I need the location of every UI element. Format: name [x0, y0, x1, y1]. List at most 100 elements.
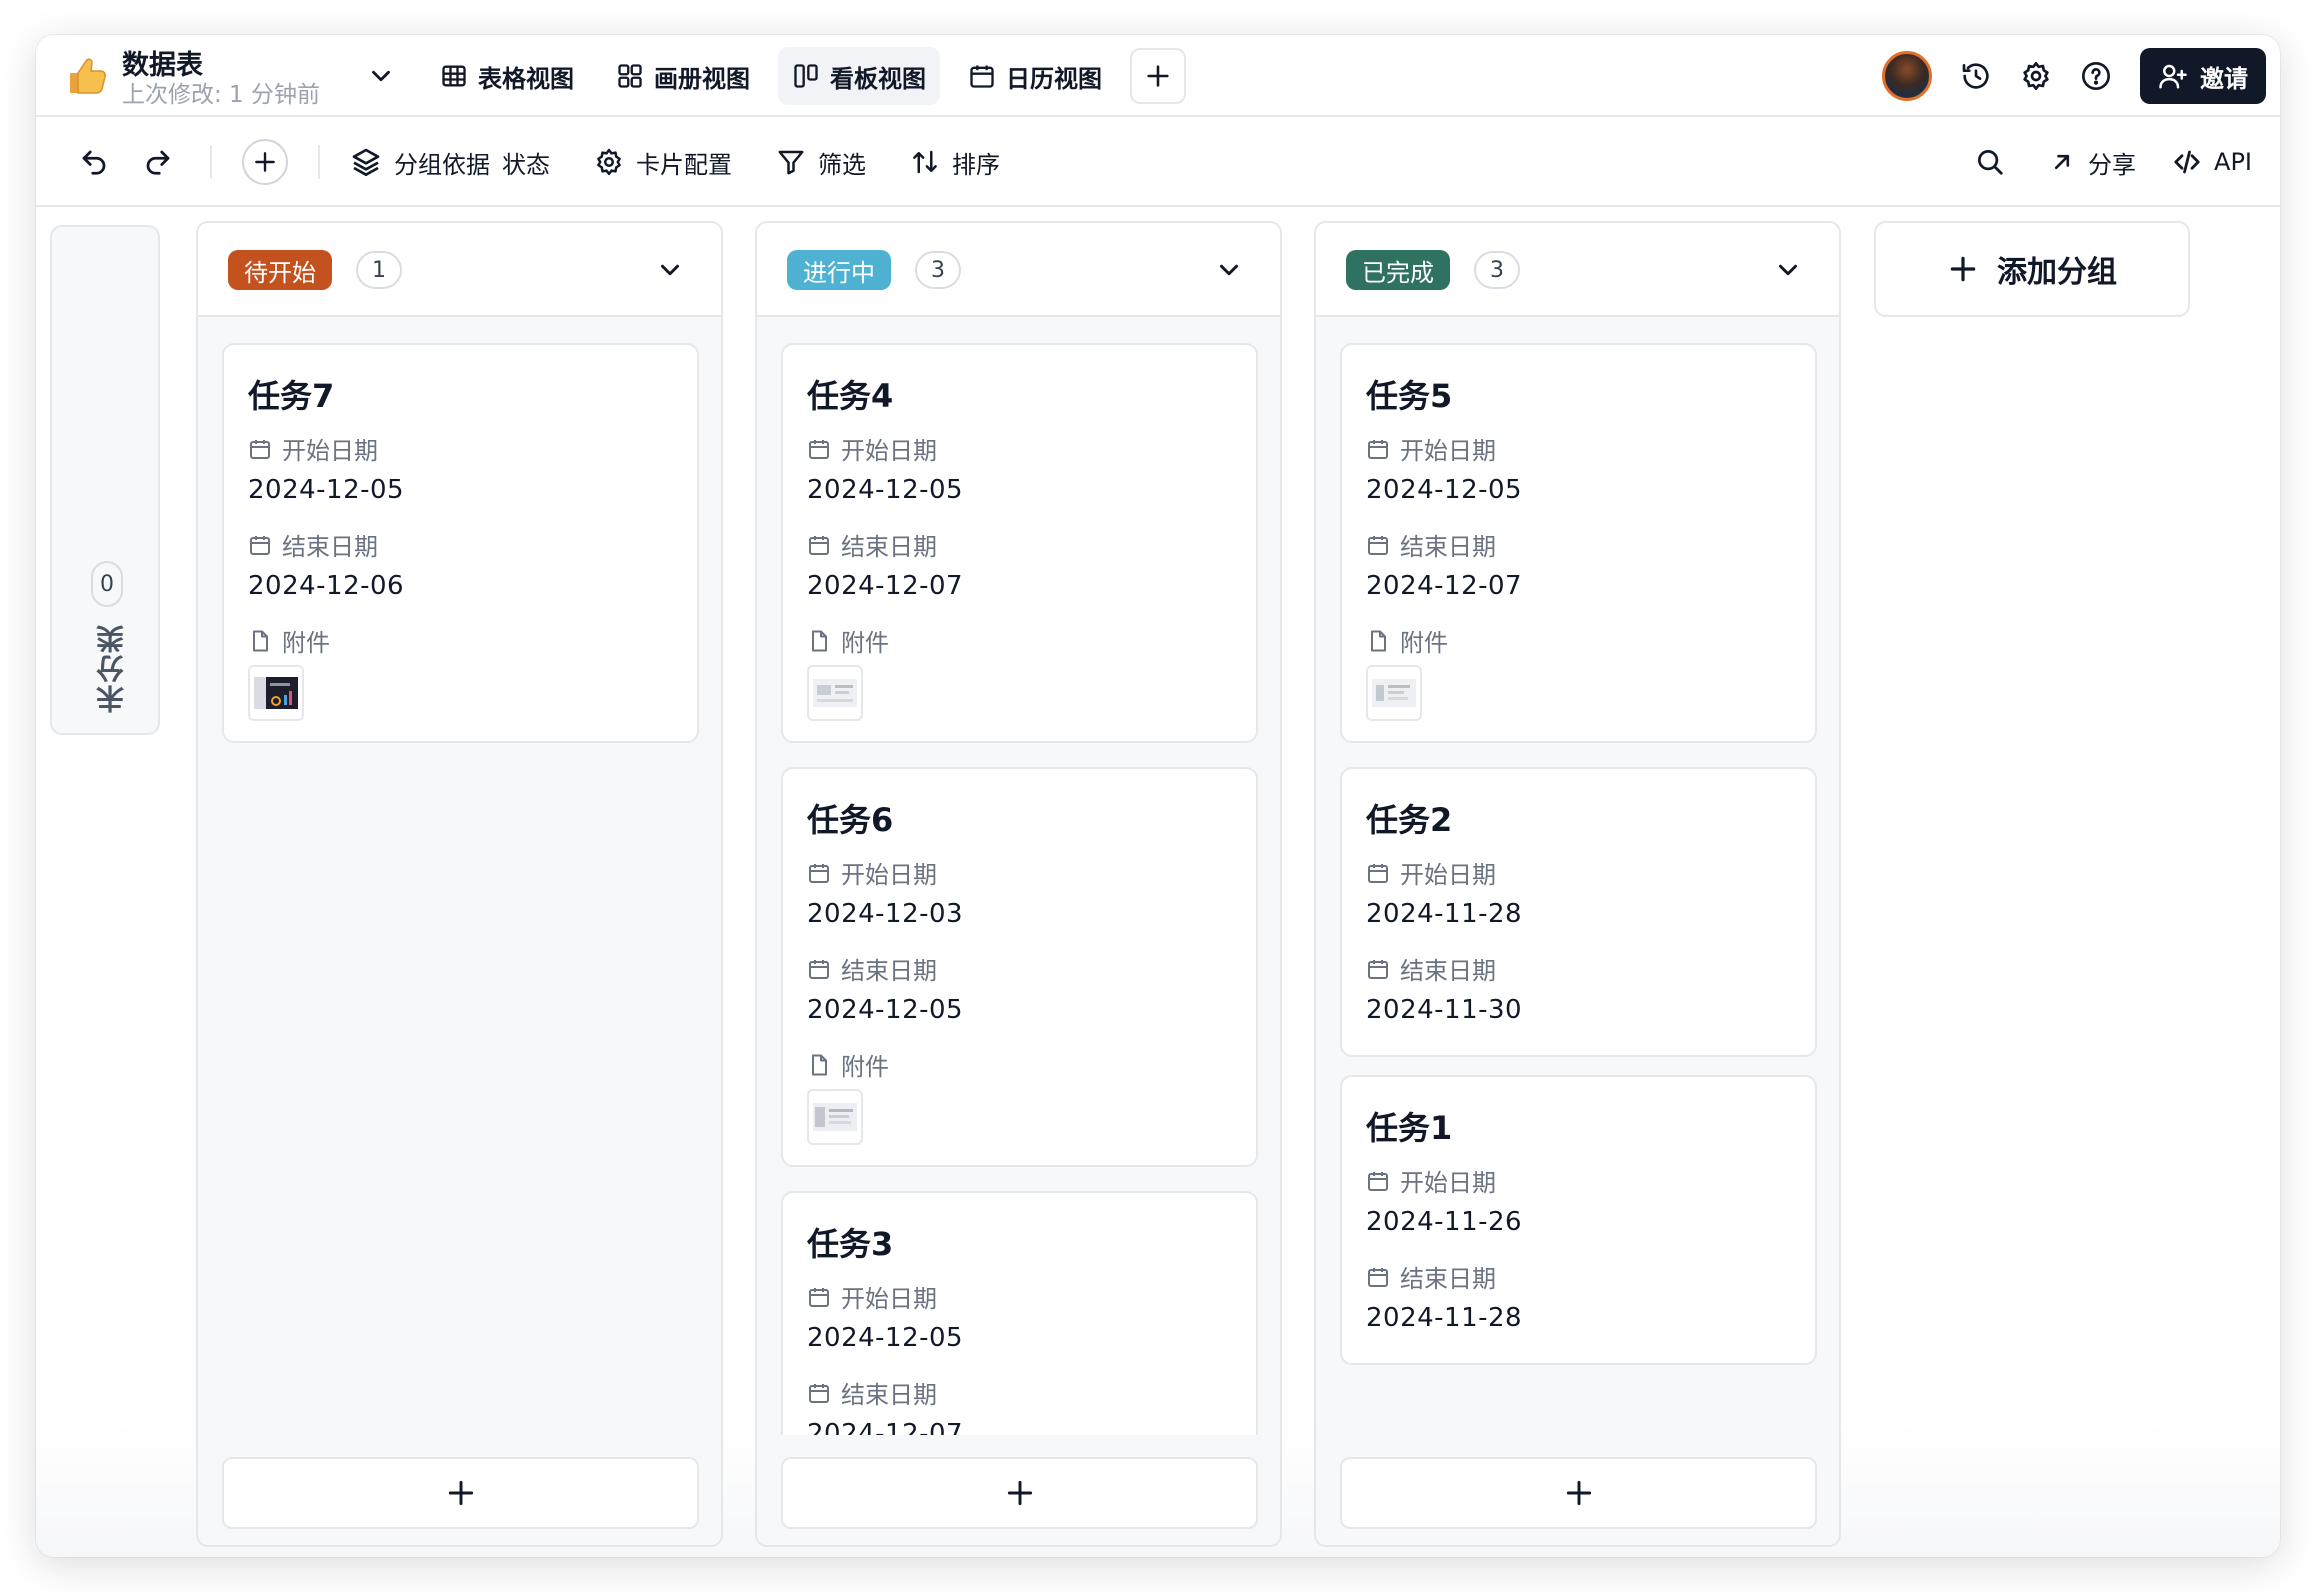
- file-icon: [248, 629, 272, 653]
- group-count: 1: [356, 251, 402, 289]
- kanban-board: 0 未分类 待开始 1 任务7 开始日期 2024-12-05 结束日期 202…: [36, 207, 2280, 1557]
- invite-button[interactable]: 邀请: [2140, 48, 2266, 104]
- task-card[interactable]: 任务2 开始日期 2024-11-28 结束日期 2024-11-30: [1340, 767, 1817, 1057]
- start-date-value: 2024-11-28: [1366, 899, 1523, 929]
- attachment-thumbnail[interactable]: [807, 1089, 863, 1145]
- arrow-up-right-icon: [2048, 148, 2076, 176]
- chevron-down-icon[interactable]: [1214, 255, 1244, 285]
- top-header: 数据表 上次修改: 1 分钟前 表格视图 画册视图 看板视图 日历视图 邀请: [36, 35, 2280, 117]
- group-count: 3: [915, 251, 961, 289]
- sort-button[interactable]: 排序: [910, 145, 1000, 180]
- card-config-button[interactable]: 卡片配置: [594, 145, 732, 180]
- tab-calendar-view[interactable]: 日历视图: [954, 47, 1116, 105]
- attachment-thumbnail[interactable]: [248, 665, 304, 721]
- table-icon: [440, 62, 468, 90]
- group-by-value: 状态: [502, 150, 550, 179]
- filter-button[interactable]: 筛选: [776, 145, 866, 180]
- end-date-value: 2024-12-07: [807, 1419, 964, 1435]
- column-header: 已完成 3: [1316, 223, 1839, 317]
- add-group-button[interactable]: 添加分组: [1874, 221, 2190, 317]
- toolbar: 分组依据 状态 卡片配置 筛选 排序 分享 API: [36, 117, 2280, 207]
- add-card-button[interactable]: [781, 1457, 1258, 1529]
- search-button[interactable]: [1968, 140, 2012, 184]
- card-title: 任务1: [1366, 1109, 1453, 1147]
- chevron-down-icon[interactable]: [366, 61, 396, 91]
- group-by-label: 分组依据: [394, 150, 490, 179]
- tab-gallery-view[interactable]: 画册视图: [602, 47, 764, 105]
- filter-icon: [776, 147, 806, 177]
- attachment-label: 附件: [1366, 623, 1448, 658]
- attachment-thumbnail[interactable]: [1366, 665, 1422, 721]
- file-icon: [807, 629, 831, 653]
- column-header: 待开始 1: [198, 223, 721, 317]
- help-icon[interactable]: [2080, 60, 2112, 92]
- group-by-button[interactable]: 分组依据 状态: [350, 145, 550, 180]
- task-card[interactable]: 任务1 开始日期 2024-11-26 结束日期 2024-11-28: [1340, 1075, 1817, 1365]
- chevron-down-icon[interactable]: [1773, 255, 1803, 285]
- add-card-button[interactable]: [1340, 1457, 1817, 1529]
- calendar-icon: [248, 533, 272, 557]
- filter-label: 筛选: [818, 150, 866, 179]
- calendar-icon: [1366, 1169, 1390, 1193]
- end-date-value: 2024-11-30: [1366, 995, 1523, 1025]
- calendar-icon: [1366, 437, 1390, 461]
- api-button[interactable]: API: [2172, 147, 2252, 177]
- view-tabs: 表格视图 画册视图 看板视图 日历视图: [426, 46, 1186, 106]
- tab-label: 画册视图: [654, 64, 750, 93]
- attachment-label: 附件: [807, 623, 889, 658]
- column-in-progress: 进行中 3 任务4 开始日期 2024-12-05 结束日期 2024-12-0…: [755, 221, 1282, 1547]
- task-card[interactable]: 任务7 开始日期 2024-12-05 结束日期 2024-12-06 附件: [222, 343, 699, 743]
- chevron-down-icon[interactable]: [655, 255, 685, 285]
- start-date-value: 2024-11-26: [1366, 1207, 1523, 1237]
- status-badge[interactable]: 待开始: [228, 250, 332, 290]
- avatar[interactable]: [1882, 51, 1932, 101]
- tab-label: 看板视图: [830, 64, 926, 93]
- end-date-label: 结束日期: [1366, 951, 1496, 986]
- end-date-label: 结束日期: [1366, 1259, 1496, 1294]
- tab-label: 日历视图: [1006, 64, 1102, 93]
- api-label: API: [2214, 148, 2252, 176]
- start-date-label: 开始日期: [807, 431, 937, 466]
- calendar-icon: [1366, 1265, 1390, 1289]
- sort-icon: [910, 147, 940, 177]
- gear-icon[interactable]: [2020, 60, 2052, 92]
- status-badge[interactable]: 进行中: [787, 250, 891, 290]
- calendar-icon: [248, 437, 272, 461]
- add-group-label: 添加分组: [1997, 255, 2117, 290]
- task-card[interactable]: 任务4 开始日期 2024-12-05 结束日期 2024-12-07 附件: [781, 343, 1258, 743]
- redo-button[interactable]: [136, 140, 180, 184]
- add-card-button[interactable]: [222, 1457, 699, 1529]
- attachment-label: 附件: [807, 1047, 889, 1082]
- end-date-label: 结束日期: [248, 527, 378, 562]
- start-date-value: 2024-12-05: [248, 475, 405, 505]
- add-view-button[interactable]: [1130, 48, 1186, 104]
- search-icon: [1975, 147, 2005, 177]
- start-date-label: 开始日期: [807, 1279, 937, 1314]
- end-date-value: 2024-12-06: [248, 571, 405, 601]
- tab-kanban-view[interactable]: 看板视图: [778, 47, 940, 105]
- tab-table-view[interactable]: 表格视图: [426, 47, 588, 105]
- start-date-label: 开始日期: [248, 431, 378, 466]
- kanban-icon: [792, 62, 820, 90]
- calendar-icon: [1366, 533, 1390, 557]
- card-title: 任务2: [1366, 801, 1453, 839]
- layers-icon: [350, 146, 382, 178]
- start-date-value: 2024-12-03: [807, 899, 964, 929]
- divider: [318, 145, 320, 179]
- history-icon[interactable]: [1960, 60, 1992, 92]
- invite-label: 邀请: [2200, 64, 2248, 93]
- task-card[interactable]: 任务5 开始日期 2024-12-05 结束日期 2024-12-07 附件: [1340, 343, 1817, 743]
- share-button[interactable]: 分享: [2048, 145, 2136, 180]
- attachment-thumbnail[interactable]: [807, 665, 863, 721]
- end-date-label: 结束日期: [807, 527, 937, 562]
- task-card[interactable]: 任务6 开始日期 2024-12-03 结束日期 2024-12-05 附件: [781, 767, 1258, 1167]
- card-title: 任务6: [807, 801, 894, 839]
- gear-icon: [594, 147, 624, 177]
- undo-button[interactable]: [72, 140, 116, 184]
- task-card[interactable]: 任务3 开始日期 2024-12-05 结束日期 2024-12-07: [781, 1191, 1258, 1435]
- uncategorized-group[interactable]: 0 未分类: [50, 225, 160, 735]
- share-label: 分享: [2088, 150, 2137, 179]
- add-record-button[interactable]: [242, 139, 288, 185]
- file-icon: [807, 1053, 831, 1077]
- status-badge[interactable]: 已完成: [1346, 250, 1450, 290]
